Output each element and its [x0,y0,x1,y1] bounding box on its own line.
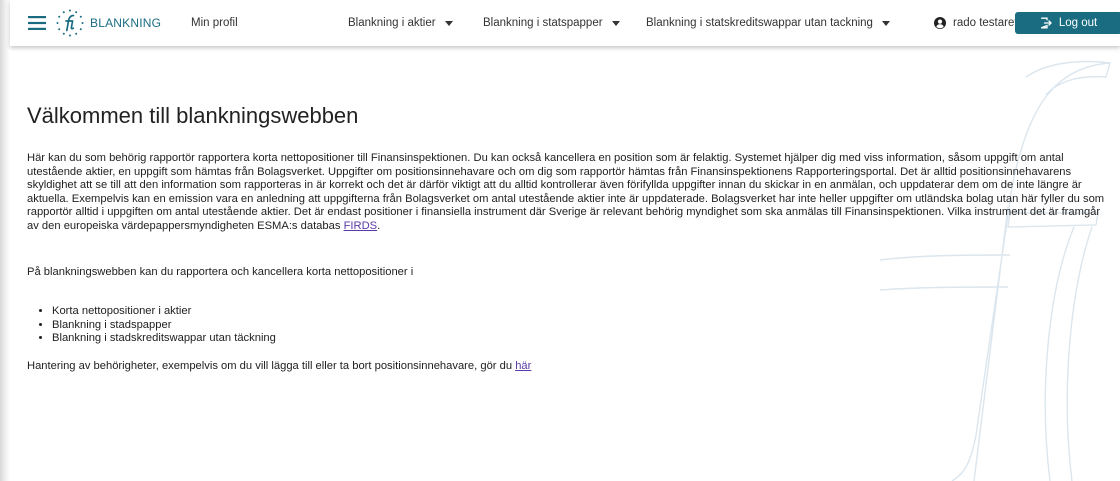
fi-logo[interactable] [52,0,88,46]
permissions-paragraph: Hantering av behörigheter, exempelvis om… [27,360,531,374]
nav-link-my-profile[interactable]: Min profil [191,0,238,46]
user-circle-icon [934,17,946,29]
fi-watermark-logo [879,60,1111,481]
caret-down-icon [611,21,620,26]
dropdown-blankning-aktier[interactable]: Blankning i aktier [348,0,453,46]
sub-intro-text: På blankningswebben kan du rapportera oc… [27,266,414,278]
caret-down-icon [444,21,453,26]
feature-list: Korta nettopositioner i aktier Blankning… [27,305,276,346]
page-title: Välkommen till blankningswebben [27,103,359,128]
logout-label: Log out [1058,17,1098,29]
sign-out-icon [1040,17,1052,29]
intro-text: Här kan du som behörig rapportör rapport… [27,152,1105,232]
dropdown-label: Blankning i statspapper [483,17,603,29]
intro-paragraph: Här kan du som behörig rapportör rapport… [27,152,1107,234]
list-item: Blankning i stadskreditswappar utan täck… [52,332,276,346]
top-navbar: BLANKNING Min profil Blankning i aktier … [10,0,1120,46]
logout-button[interactable]: Log out [1015,12,1120,34]
dropdown-blankning-statskreditswappar[interactable]: Blankning i statskreditswappar utan tack… [646,0,890,46]
permissions-text: Hantering av behörigheter, exempelvis om… [27,360,516,372]
list-item: Blankning i stadspapper [52,319,276,333]
dropdown-blankning-statspapper[interactable]: Blankning i statspapper [483,0,620,46]
dropdown-label: Blankning i aktier [348,17,436,29]
firds-link[interactable]: FIRDS [344,220,378,232]
list-item: Korta nettopositioner i aktier [52,305,276,319]
caret-down-icon [881,21,890,26]
user-menu[interactable]: rado testaretre [934,0,1028,46]
dropdown-label: Blankning i statskreditswappar utan tack… [646,17,873,29]
permissions-link[interactable]: här [515,360,531,372]
hamburger-menu-icon[interactable] [27,0,47,46]
intro-end: . [377,219,381,232]
window-left-edge [0,0,10,481]
brand-name[interactable]: BLANKNING [90,0,161,46]
